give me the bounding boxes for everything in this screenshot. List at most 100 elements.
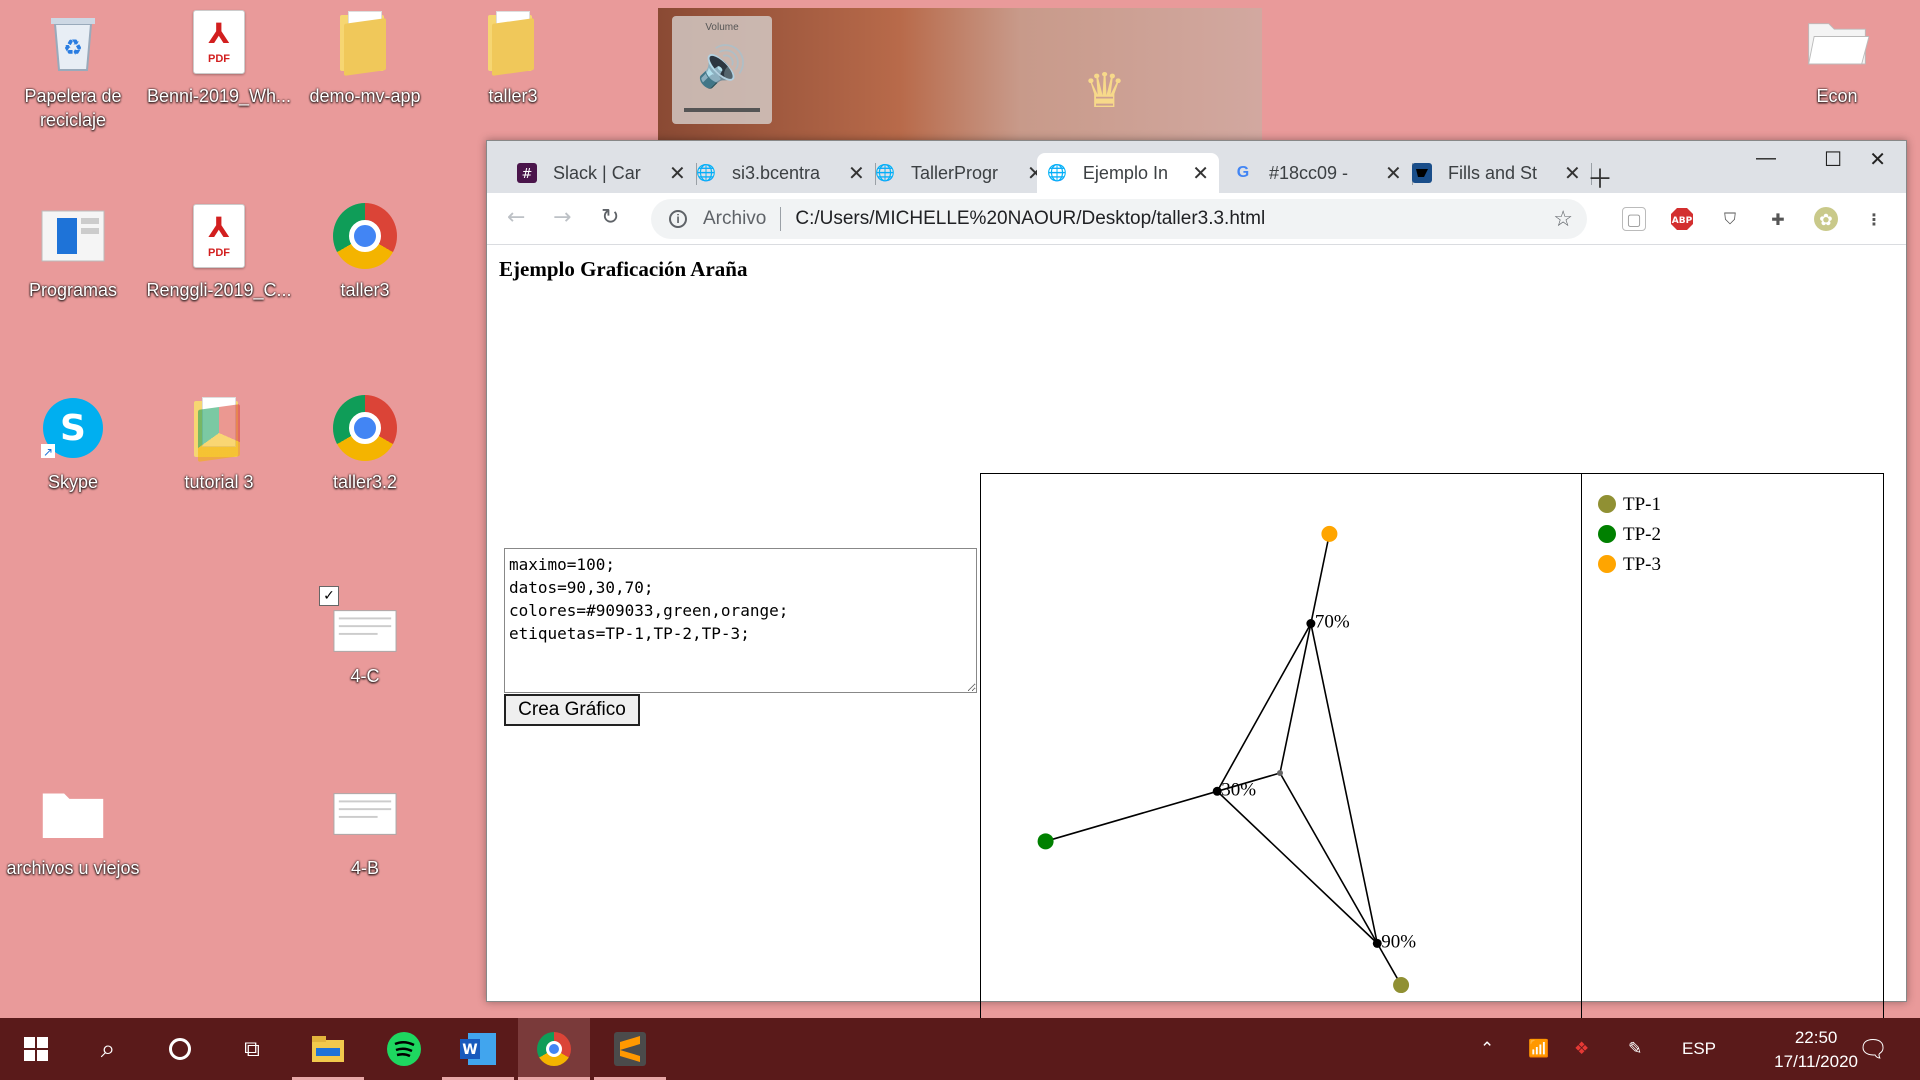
- crown-icon: ♛: [1083, 63, 1127, 119]
- tab-ejemplo[interactable]: 🌐 Ejemplo In ✕: [1037, 153, 1219, 193]
- taskbar-sublime[interactable]: [594, 1018, 666, 1080]
- close-icon[interactable]: ✕: [1385, 161, 1402, 186]
- dropbox-icon[interactable]: ❖: [1574, 1018, 1589, 1080]
- tab-title: Fills and St: [1448, 162, 1538, 183]
- avatar[interactable]: ✿: [1814, 207, 1838, 231]
- taskbar-word[interactable]: W: [442, 1018, 514, 1080]
- svg-text:♻: ♻: [63, 36, 83, 61]
- start-button[interactable]: [0, 1018, 72, 1080]
- desktop-icon-folder[interactable]: tutorial 3: [146, 396, 292, 494]
- tab-title: Ejemplo In: [1082, 162, 1168, 183]
- taskbar-chrome[interactable]: [518, 1018, 590, 1080]
- close-window-button[interactable]: ✕: [1869, 147, 1886, 172]
- tray-chevron[interactable]: ⌃: [1480, 1018, 1494, 1080]
- desktop-icon-pdf[interactable]: ⅄ PDF Benni-2019_Wh...: [146, 10, 292, 108]
- desktop-icon-label: Programas: [28, 280, 118, 300]
- star-icon[interactable]: ☆: [1553, 206, 1573, 232]
- volume-slider[interactable]: [684, 108, 760, 112]
- spotify-icon: [387, 1032, 421, 1066]
- forward-button[interactable]: →: [553, 205, 571, 230]
- desktop-icon-folder[interactable]: demo-mv-app: [292, 10, 438, 108]
- info-icon[interactable]: i: [669, 210, 687, 228]
- taskbar-spotify[interactable]: [368, 1018, 440, 1080]
- cortana-icon: [169, 1038, 191, 1060]
- maximize-button[interactable]: ☐: [1824, 147, 1842, 172]
- new-tab-button[interactable]: ＋: [1587, 159, 1613, 196]
- desktop-icon-chrome[interactable]: taller3.2: [292, 395, 438, 494]
- chrome-icon: [333, 395, 397, 461]
- volume-flyout[interactable]: Volume 🔊: [672, 16, 772, 124]
- task-view-icon: ⧉: [244, 1036, 260, 1062]
- legend-marker: [1598, 555, 1616, 573]
- radar-value-label: 70%: [1315, 612, 1350, 633]
- back-button[interactable]: ←: [507, 205, 525, 230]
- desktop-icon-label: 4-C: [350, 666, 380, 686]
- wifi-icon[interactable]: 📶: [1528, 1018, 1549, 1080]
- radar-series-marker: [1393, 977, 1410, 994]
- folder-icon: [338, 11, 392, 76]
- search-icon: ⌕: [100, 1033, 116, 1064]
- language-indicator[interactable]: ESP: [1682, 1018, 1716, 1080]
- clock[interactable]: 22:50 17/11/2020: [1774, 1026, 1858, 1074]
- volume-title: Volume: [705, 22, 739, 33]
- desktop-icon-file[interactable]: ✓ 4-C: [292, 586, 438, 688]
- tab-slack[interactable]: # Slack | Car ✕: [507, 153, 697, 193]
- desktop-icon-recycle-bin[interactable]: ♻ Papelera de reciclaje: [0, 10, 146, 132]
- pen-icon[interactable]: ✎: [1628, 1018, 1642, 1080]
- desktop-icon-label: Papelera de reciclaje: [24, 86, 122, 130]
- google-icon: G: [1236, 164, 1250, 181]
- cortana-button[interactable]: [144, 1018, 216, 1080]
- desktop-icon-file[interactable]: 4-B: [292, 782, 438, 880]
- slack-icon: #: [517, 163, 537, 183]
- radar-axis-extension: [1310, 533, 1331, 624]
- create-chart-button[interactable]: Crea Gráfico: [504, 694, 640, 726]
- folder-icon: [42, 793, 104, 838]
- pocket-icon[interactable]: ▢: [1622, 207, 1646, 231]
- svg-text:ABP: ABP: [1672, 216, 1693, 226]
- chart-config-input[interactable]: [504, 548, 977, 693]
- shield-icon[interactable]: ⛉: [1718, 207, 1742, 231]
- close-icon[interactable]: ✕: [669, 161, 686, 186]
- search-button[interactable]: ⌕: [72, 1018, 144, 1080]
- chrome-icon: [537, 1032, 571, 1066]
- svg-text:W: W: [462, 1042, 477, 1058]
- address-bar[interactable]: i Archivo C:/Users/MICHELLE%20NAOUR/Desk…: [651, 199, 1587, 239]
- desktop-icon-label: taller3: [340, 280, 390, 300]
- radar-series-marker: [1321, 525, 1338, 542]
- desktop-icon-pdf[interactable]: ⅄ PDF Renggli-2019_C...: [146, 204, 292, 302]
- task-view-button[interactable]: ⧉: [216, 1018, 288, 1080]
- minimize-button[interactable]: —: [1756, 147, 1776, 170]
- close-icon[interactable]: ✕: [848, 161, 865, 186]
- tab-si3[interactable]: 🌐 si3.bcentra ✕: [686, 153, 876, 193]
- tab-fills[interactable]: Fills and St ✕: [1402, 153, 1592, 193]
- extensions-icon[interactable]: ✚: [1766, 207, 1790, 231]
- close-icon[interactable]: ✕: [1564, 161, 1581, 186]
- checkbox-icon[interactable]: ✓: [319, 586, 339, 606]
- scheme-label: Archivo: [703, 208, 767, 229]
- desktop-icon-programs[interactable]: Programas: [0, 204, 146, 302]
- tab-strip: # Slack | Car ✕ 🌐 si3.bcentra ✕ 🌐 Taller…: [487, 141, 1906, 196]
- desktop-icon-folder[interactable]: archivos u viejos: [0, 782, 146, 880]
- desktop-icon-folder[interactable]: taller3: [440, 10, 586, 108]
- page-title: Ejemplo Graficación Araña: [499, 257, 748, 281]
- video-preview: Volume 🔊 ♛: [658, 8, 1262, 142]
- svg-text:S: S: [60, 408, 86, 449]
- svg-text:↗: ↗: [43, 445, 53, 459]
- tab-title: #18cc09 -: [1269, 162, 1349, 183]
- word-icon: W: [460, 1033, 496, 1065]
- desktop-icon-folder[interactable]: Econ: [1764, 10, 1910, 108]
- notifications-icon[interactable]: 🗨: [1858, 1018, 1888, 1080]
- desktop-icon-chrome[interactable]: taller3: [292, 203, 438, 302]
- tab-tallerprog[interactable]: 🌐 TallerProgr ✕: [865, 153, 1054, 193]
- desktop-icon-skype[interactable]: S ↗ Skype: [0, 396, 146, 494]
- close-icon[interactable]: ✕: [1192, 161, 1209, 186]
- url-text[interactable]: C:/Users/MICHELLE%20NAOUR/Desktop/taller…: [795, 208, 1265, 230]
- tab-google[interactable]: G #18cc09 - ✕: [1223, 153, 1413, 193]
- radar-center-point: [1277, 770, 1283, 776]
- adblock-icon[interactable]: ABP: [1670, 207, 1694, 231]
- menu-icon[interactable]: ⋮: [1862, 207, 1886, 231]
- reload-button[interactable]: ↻: [601, 205, 619, 230]
- pdf-icon: ⅄ PDF: [193, 204, 245, 268]
- taskbar-explorer[interactable]: [292, 1018, 364, 1080]
- tab-title: si3.bcentra: [732, 162, 821, 183]
